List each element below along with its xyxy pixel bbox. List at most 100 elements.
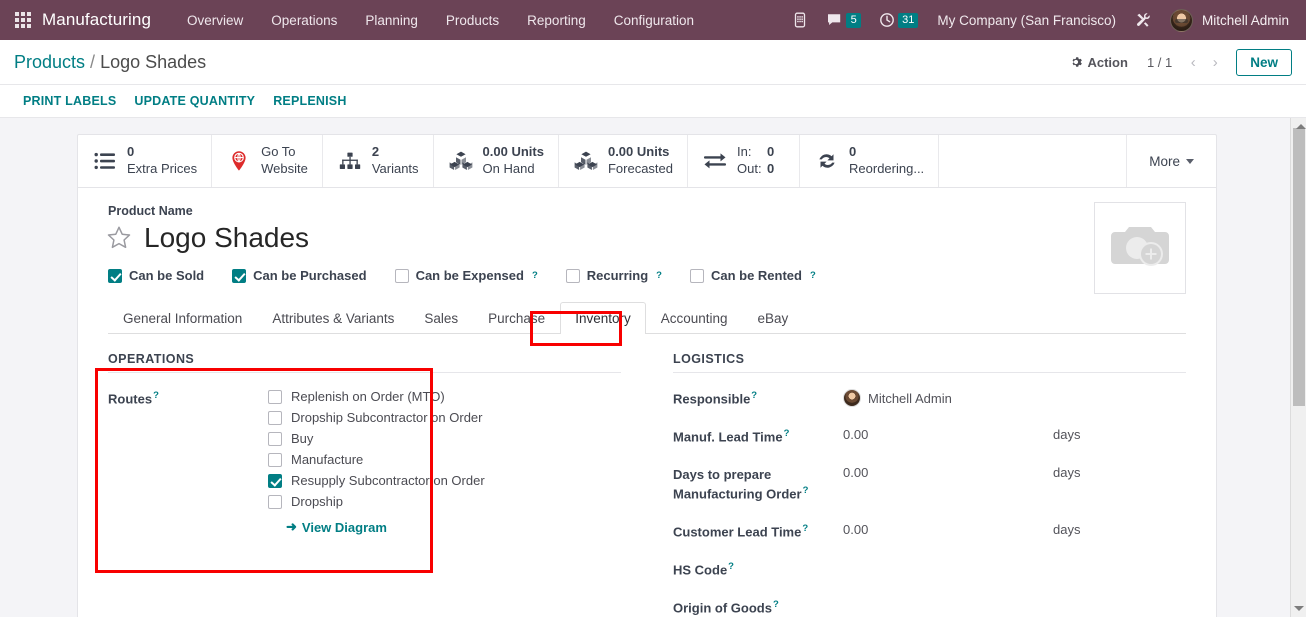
activity-phone-icon[interactable] <box>783 6 817 34</box>
messages-icon[interactable]: 5 <box>817 6 870 34</box>
record-pager[interactable]: 1 / 1 <box>1137 55 1182 70</box>
update-quantity-button[interactable]: UPDATE QUANTITY <box>125 90 264 112</box>
route-dropship[interactable]: Dropship <box>268 494 485 509</box>
company-switcher[interactable]: My Company (San Francisco) <box>927 7 1126 34</box>
route-label: Resupply Subcontractor on Order <box>291 473 485 489</box>
menu-reporting[interactable]: Reporting <box>513 3 600 38</box>
route-resupply-subcontractor-on-order[interactable]: Resupply Subcontractor on Order <box>268 473 485 488</box>
stat-on-hand[interactable]: 0.00 Units On Hand <box>434 135 559 187</box>
stat-on-hand-value: 0.00 Units <box>482 144 544 160</box>
messages-badge: 5 <box>846 12 862 28</box>
flag-can-be-sold[interactable]: Can be Sold <box>108 268 204 283</box>
route-dropship-subcontractor-on-order[interactable]: Dropship Subcontractor on Order <box>268 410 485 425</box>
cubes-icon <box>573 148 599 174</box>
new-button[interactable]: New <box>1236 48 1292 76</box>
print-labels-button[interactable]: PRINT LABELS <box>14 90 125 112</box>
help-icon[interactable]: ? <box>802 523 808 534</box>
activities-clock-icon[interactable]: 31 <box>870 6 927 34</box>
stat-go-to-website[interactable]: Go To Website <box>212 135 323 187</box>
stat-variants[interactable]: 2 Variants <box>323 135 434 187</box>
scroll-down-arrow-icon[interactable] <box>1291 601 1306 615</box>
tab-sales[interactable]: Sales <box>409 302 473 334</box>
checkbox-resupply-subcontractor[interactable] <box>268 473 282 488</box>
flag-can-be-rented[interactable]: Can be Rented ? <box>689 268 816 283</box>
flag-label: Can be Expensed <box>415 268 524 284</box>
checkbox-can-be-rented[interactable] <box>689 268 704 283</box>
menu-operations[interactable]: Operations <box>257 3 351 38</box>
stat-forecasted[interactable]: 0.00 Units Forecasted <box>559 135 689 187</box>
checkbox-dropship-subcontractor[interactable] <box>268 410 282 425</box>
menu-configuration[interactable]: Configuration <box>600 3 708 38</box>
flag-recurring[interactable]: Recurring ? <box>565 268 662 284</box>
route-replenish-on-order-mto[interactable]: Replenish on Order (MTO) <box>268 389 485 404</box>
checkbox-recurring[interactable] <box>565 268 580 283</box>
customer-lead-time-value[interactable]: 0.00 <box>843 522 1053 537</box>
view-diagram-link[interactable]: ➜ View Diagram <box>286 519 485 535</box>
hs-code-label: HS Code? <box>673 560 833 580</box>
stat-extra-prices[interactable]: 0 Extra Prices <box>78 135 213 187</box>
star-outline-icon[interactable] <box>106 225 132 251</box>
manuf-lead-time-value[interactable]: 0.00 <box>843 427 1053 442</box>
apps-grid-icon[interactable] <box>6 12 40 28</box>
help-icon[interactable]: ? <box>532 270 538 281</box>
checkbox-buy[interactable] <box>268 431 282 446</box>
responsible-name: Mitchell Admin <box>868 390 952 406</box>
flag-label: Recurring <box>586 268 649 284</box>
days-to-prepare-mo-value[interactable]: 0.00 <box>843 465 1053 480</box>
checkbox-can-be-expensed[interactable] <box>394 268 409 283</box>
replenish-button[interactable]: REPLENISH <box>264 90 355 112</box>
stat-more-button[interactable]: More <box>1126 135 1216 187</box>
help-icon[interactable]: ? <box>784 428 790 439</box>
page-title[interactable]: Logo Shades <box>144 222 309 254</box>
route-label: Buy <box>291 431 314 447</box>
checkbox-dropship[interactable] <box>268 494 282 509</box>
routes-checkbox-list: Replenish on Order (MTO) Dropship Subcon… <box>268 389 485 535</box>
stat-forecasted-text: 0.00 Units Forecasted <box>608 144 673 177</box>
stat-in-out[interactable]: In: 0 Out: 0 <box>688 135 801 187</box>
stat-reordering-rules[interactable]: 0 Reordering... <box>800 135 940 187</box>
product-image-placeholder[interactable] <box>1094 202 1186 294</box>
stat-forecasted-value: 0.00 Units <box>607 144 670 160</box>
customer-lead-time-unit: days <box>1053 522 1081 538</box>
menu-products[interactable]: Products <box>432 3 513 38</box>
tab-accounting[interactable]: Accounting <box>646 302 743 334</box>
stat-on-hand-label: On Hand <box>482 161 535 176</box>
scroll-up-arrow-icon[interactable] <box>1293 119 1306 133</box>
tab-attributes-variants[interactable]: Attributes & Variants <box>257 302 409 334</box>
help-icon[interactable]: ? <box>153 390 159 401</box>
scrollbar-thumb[interactable] <box>1293 123 1306 406</box>
chevron-right-icon[interactable]: › <box>1204 50 1226 74</box>
checkbox-replenish-on-order[interactable] <box>268 389 282 404</box>
tab-inventory[interactable]: Inventory <box>560 302 646 335</box>
flag-can-be-expensed[interactable]: Can be Expensed ? <box>394 268 538 284</box>
action-menu-button[interactable]: Action <box>1061 50 1136 75</box>
help-icon[interactable]: ? <box>803 485 809 496</box>
route-label: Dropship Subcontractor on Order <box>291 410 483 426</box>
product-main-fields: Product Name Logo Shades Can be Sold Can… <box>78 188 1216 617</box>
breadcrumb-products[interactable]: Products <box>14 52 85 73</box>
help-icon[interactable]: ? <box>656 270 662 281</box>
responsible-value[interactable]: Mitchell Admin <box>843 389 1053 408</box>
help-icon[interactable]: ? <box>728 561 734 572</box>
app-brand-title[interactable]: Manufacturing <box>42 10 151 30</box>
tab-purchase[interactable]: Purchase <box>473 302 560 334</box>
chevron-left-icon[interactable]: ‹ <box>1182 50 1204 74</box>
menu-overview[interactable]: Overview <box>173 3 257 38</box>
flag-can-be-purchased[interactable]: Can be Purchased <box>232 268 367 283</box>
stat-variants-label: Variants <box>371 161 419 176</box>
help-icon[interactable]: ? <box>773 599 779 610</box>
checkbox-can-be-purchased[interactable] <box>232 268 247 283</box>
manuf-lead-time-unit: days <box>1053 427 1081 443</box>
tab-ebay[interactable]: eBay <box>743 302 804 334</box>
wrench-tools-icon[interactable] <box>1126 6 1161 35</box>
route-manufacture[interactable]: Manufacture <box>268 452 485 467</box>
help-icon[interactable]: ? <box>751 390 757 401</box>
checkbox-manufacture[interactable] <box>268 452 282 467</box>
tab-general-information[interactable]: General Information <box>108 302 257 334</box>
vertical-scrollbar[interactable] <box>1290 118 1306 617</box>
help-icon[interactable]: ? <box>810 270 816 281</box>
menu-planning[interactable]: Planning <box>351 3 432 38</box>
checkbox-can-be-sold[interactable] <box>108 268 122 283</box>
route-buy[interactable]: Buy <box>268 431 485 446</box>
user-menu[interactable]: Mitchell Admin <box>1161 3 1298 38</box>
